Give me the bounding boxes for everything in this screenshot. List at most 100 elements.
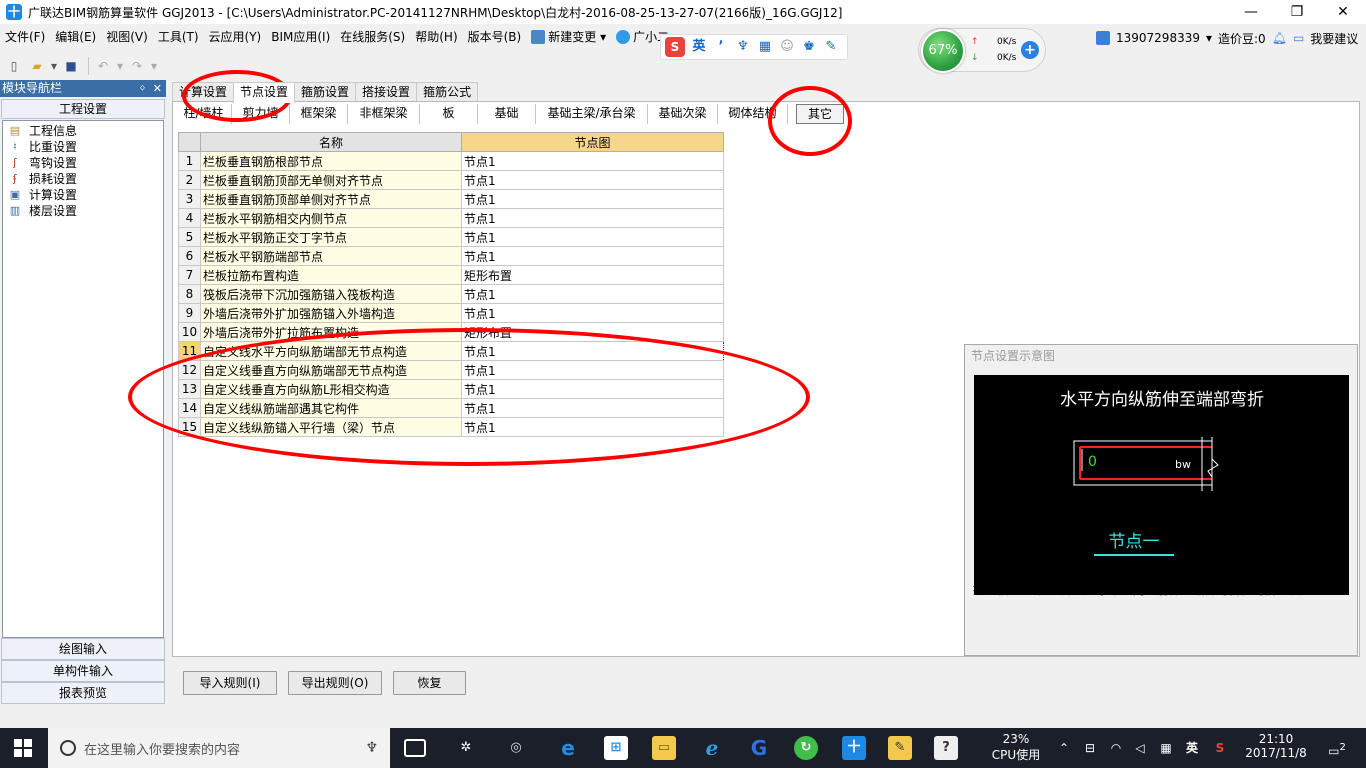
row-node-value[interactable]: 节点1 [461,170,724,190]
start-button[interactable] [0,728,46,768]
table-row[interactable]: 6 栏板水平钢筋端部节点 节点1 [178,246,724,266]
accelerate-plus-icon[interactable]: + [1021,41,1039,59]
row-number[interactable]: 8 [178,284,201,304]
row-number[interactable]: 9 [178,303,201,323]
ggj-active-app-icon[interactable]: 十 [842,736,866,760]
tools-icon[interactable]: ✎ [823,39,839,55]
skin-icon[interactable]: ♚ [801,39,817,55]
tab-stirrup-settings[interactable]: 箍筋设置 [294,82,357,102]
row-name[interactable]: 栏板垂直钢筋根部节点 [200,151,462,171]
subtab-foundation-secondary-beam[interactable]: 基础次梁 [648,104,718,124]
nav-item-hook[interactable]: ʃ 弯钩设置 [3,155,163,171]
cpu-usage[interactable]: 23% CPU使用 [988,728,1044,768]
nav-item-weight[interactable]: ♮ 比重设置 [3,139,163,155]
import-rules-button[interactable]: 导入规则(I) [183,671,277,695]
row-number[interactable]: 7 [178,265,201,285]
menu-help[interactable]: 帮助(H) [410,26,462,48]
row-node-value[interactable]: 节点1 [461,227,724,247]
table-row[interactable]: 7 栏板拉筋布置构造 矩形布置 [178,265,724,285]
undo-icon[interactable]: ↶ [93,56,113,76]
table-row[interactable]: 1 栏板垂直钢筋根部节点 节点1 [178,151,724,171]
table-row[interactable]: 15 自定义线纵筋锚入平行墙（梁）节点 节点1 [178,417,724,437]
sogou-logo-icon[interactable]: S [665,37,685,57]
header-node-diagram[interactable]: 节点图 [461,132,724,152]
row-name[interactable]: 自定义线水平方向纵筋端部无节点构造 [200,341,462,361]
bell-icon[interactable]: 🔔︎ [1272,31,1287,45]
sogou-tray-icon[interactable]: S [1210,728,1230,768]
maximize-button[interactable]: ❐ [1274,0,1320,24]
user-phone[interactable]: 13907298339 [1116,31,1200,45]
row-node-value[interactable]: 节点1 [461,189,724,209]
save-icon[interactable]: ■ [61,56,81,76]
row-node-value[interactable]: 节点1 [461,208,724,228]
subtab-shear-wall[interactable]: 剪力墙 [232,104,290,124]
subtab-column[interactable]: 柱/墙柱 [176,104,232,124]
user-icon[interactable]: ☺ [779,39,795,55]
dropdown-icon[interactable]: ▾ [50,56,58,76]
menu-view[interactable]: 视图(V) [101,26,153,48]
nav-item-calc-settings[interactable]: ▣ 计算设置 [3,187,163,203]
row-number[interactable]: 4 [178,208,201,228]
row-node-value[interactable]: 节点1 [461,398,724,418]
row-number[interactable]: 12 [178,360,201,380]
nav-close-icon[interactable]: ✕ [153,82,162,95]
keyboard-icon[interactable]: ▦ [757,39,773,55]
pinwheel-app-icon[interactable]: ✲ [454,736,478,760]
tab-node-settings[interactable]: 节点设置 [233,82,296,103]
new-file-icon[interactable]: ▯ [4,56,24,76]
table-row[interactable]: 14 自定义线纵筋端部遇其它构件 节点1 [178,398,724,418]
subtab-slab[interactable]: 板 [420,104,478,124]
nav-item-loss[interactable]: ʄ 损耗设置 [3,171,163,187]
table-row[interactable]: 3 栏板垂直钢筋顶部单侧对齐节点 节点1 [178,189,724,209]
tab-calc-settings[interactable]: 计算设置 [172,82,235,102]
table-row[interactable]: 5 栏板水平钢筋正交丁字节点 节点1 [178,227,724,247]
glodon-g-icon[interactable]: G [747,736,771,760]
row-node-value[interactable]: 节点1 [461,341,724,361]
restore-button[interactable]: 恢复 [393,671,466,695]
subtab-foundation-main-beam[interactable]: 基础主梁/承台梁 [536,104,648,124]
dropdown-icon[interactable]: ▾ [116,56,124,76]
export-rules-button[interactable]: 导出规则(O) [288,671,382,695]
help-app-icon[interactable]: ? [934,736,958,760]
row-number[interactable]: 15 [178,417,201,437]
row-name[interactable]: 外墙后浇带外扩拉筋布置构造 [200,322,462,342]
row-node-value[interactable]: 矩形布置 [461,265,724,285]
volume-icon[interactable]: ◁ [1130,728,1150,768]
row-name[interactable]: 栏板垂直钢筋顶部单侧对齐节点 [200,189,462,209]
row-name[interactable]: 栏板水平钢筋正交丁字节点 [200,227,462,247]
voice-icon[interactable]: ♆ [735,39,751,55]
tab-lap-settings[interactable]: 搭接设置 [355,82,418,102]
edge-browser-icon[interactable]: e [556,736,580,760]
menu-new-change[interactable]: 新建变更 ▾ [526,26,611,48]
row-node-value[interactable]: 节点1 [461,379,724,399]
points-balance[interactable]: 造价豆:0 [1218,30,1266,47]
green-app-icon[interactable]: ↻ [794,736,818,760]
menu-tools[interactable]: 工具(T) [153,26,204,48]
row-node-value[interactable]: 矩形布置 [461,322,724,342]
table-row-selected[interactable]: 11 自定义线水平方向纵筋端部无节点构造 节点1 [178,341,724,361]
table-row[interactable]: 12 自定义线垂直方向纵筋端部无节点构造 节点1 [178,360,724,380]
nav-section-project-settings[interactable]: 工程设置 [1,99,165,119]
subtab-masonry[interactable]: 砌体结构 [718,104,788,124]
nav-item-project-info[interactable]: ▤ 工程信息 [3,123,163,139]
row-number[interactable]: 14 [178,398,201,418]
row-number[interactable]: 1 [178,151,201,171]
notification-center[interactable]: ▭2 [1322,728,1352,768]
ie-browser-icon[interactable]: ℯ [700,736,724,760]
header-name[interactable]: 名称 [200,132,462,152]
subtab-other[interactable]: 其它 [796,104,844,124]
row-name[interactable]: 自定义线垂直方向纵筋端部无节点构造 [200,360,462,380]
table-row[interactable]: 13 自定义线垂直方向纵筋L形相交构造 节点1 [178,379,724,399]
menu-edit[interactable]: 编辑(E) [50,26,101,48]
input-language[interactable]: 英 [1182,728,1202,768]
row-node-value[interactable]: 节点1 [461,360,724,380]
network-app-icon[interactable]: ◎ [504,736,528,760]
table-row[interactable]: 4 栏板水平钢筋相交内侧节点 节点1 [178,208,724,228]
row-number[interactable]: 2 [178,170,201,190]
subtab-frame-beam[interactable]: 框架梁 [290,104,348,124]
chevron-down-icon[interactable]: ▾ [1206,31,1212,45]
row-number[interactable]: 5 [178,227,201,247]
menu-online[interactable]: 在线服务(S) [335,26,410,48]
close-button[interactable]: ✕ [1320,0,1366,24]
menu-file[interactable]: 文件(F) [0,26,50,48]
